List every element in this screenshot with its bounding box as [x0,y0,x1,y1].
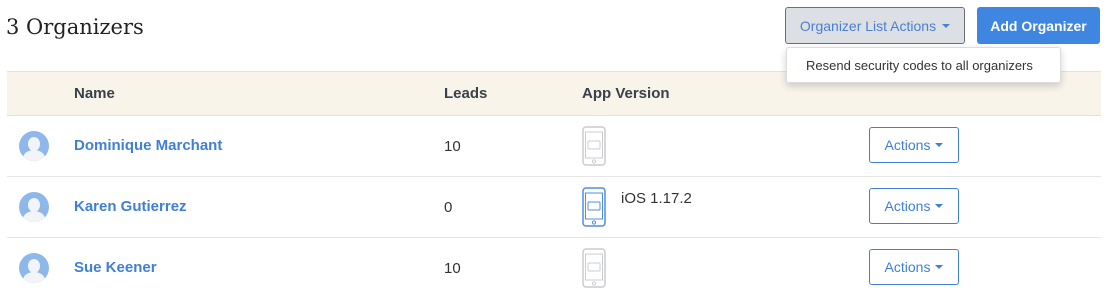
caret-down-icon [935,204,944,208]
phone-device-icon [582,248,606,288]
column-header-name: Name [74,85,115,102]
avatar [19,253,49,283]
caret-down-icon [935,265,944,269]
column-header-app-version: App Version [582,85,670,102]
avatar [19,131,49,161]
avatar [19,192,49,222]
organizers-table: Name Leads App Version Dominique Marchan… [7,71,1101,299]
caret-down-icon [942,23,951,28]
row-actions-label: Actions [884,198,931,214]
caret-down-icon [935,143,944,147]
phone-device-icon [582,126,606,166]
table-row: Sue Keener 10 Actions [7,238,1101,299]
page-title: 3 Organizers [6,15,144,39]
organizer-name-link[interactable]: Sue Keener [74,259,157,276]
organizer-name-link[interactable]: Dominique Marchant [74,137,222,154]
organizer-list-actions-menu: Resend security codes to all organizers [786,47,1061,83]
phone-device-icon [582,187,606,227]
row-actions-button[interactable]: Actions [869,188,959,224]
table-row: Karen Gutierrez 0 iOS 1.17.2 Actions [7,177,1101,238]
organizer-list-actions-button[interactable]: Organizer List Actions [785,7,965,44]
organizer-name-link[interactable]: Karen Gutierrez [74,198,187,215]
add-organizer-label: Add Organizer [990,17,1087,34]
leads-count: 0 [444,199,453,216]
leads-count: 10 [444,138,461,155]
menu-item-resend-security-codes[interactable]: Resend security codes to all organizers [806,58,1033,73]
add-organizer-button[interactable]: Add Organizer [977,7,1100,44]
row-actions-label: Actions [884,137,931,153]
table-row: Dominique Marchant 10 Actions [7,116,1101,177]
row-actions-button[interactable]: Actions [869,249,959,285]
row-actions-button[interactable]: Actions [869,127,959,163]
leads-count: 10 [444,260,461,277]
organizer-list-actions-label: Organizer List Actions [799,17,937,34]
app-version: iOS 1.17.2 [621,190,692,207]
row-actions-label: Actions [884,259,931,275]
column-header-leads: Leads [444,85,488,102]
